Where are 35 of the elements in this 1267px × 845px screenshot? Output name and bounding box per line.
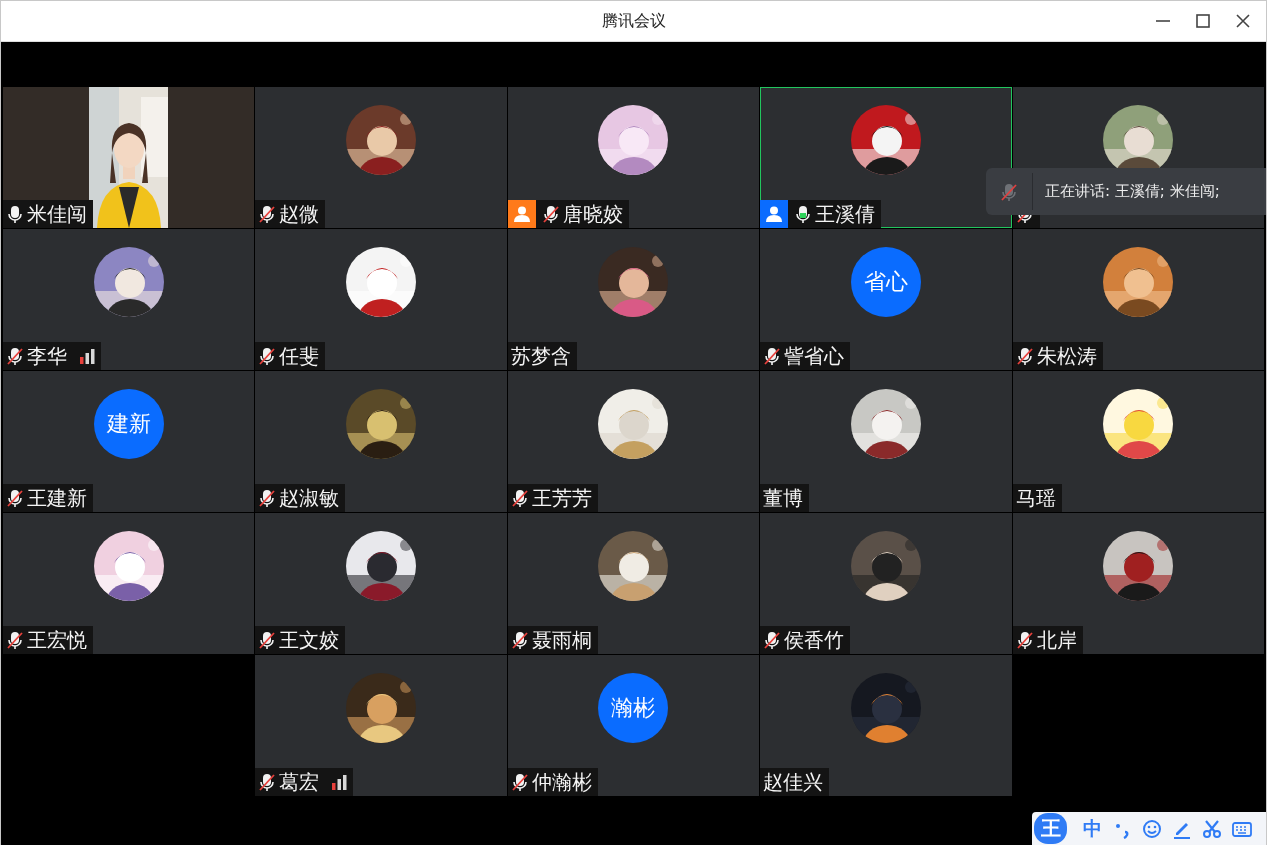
- participant-name: 訾省心: [784, 343, 845, 370]
- participant-name: 王建新: [27, 485, 87, 512]
- scissors-icon[interactable]: [1202, 818, 1222, 839]
- speaking-text: 正在讲话: 王溪倩; 米佳闯;: [1045, 182, 1220, 201]
- participant-name: 北岸: [1036, 627, 1077, 654]
- participant-name: 米佳闯: [27, 201, 87, 228]
- participant-name: 葛宏: [279, 769, 320, 796]
- window-title: 腾讯会议: [601, 10, 666, 32]
- participant-name: 王文姣: [279, 627, 340, 654]
- participant-name: 马瑶: [1015, 485, 1056, 512]
- ime-logo[interactable]: 王: [1034, 813, 1067, 844]
- participant-name: 任斐: [279, 343, 320, 370]
- participant-name: 赵微: [279, 201, 320, 228]
- maximize-icon: [1195, 13, 1211, 29]
- participant-name: 唐晓姣: [562, 201, 623, 228]
- participant-name: 仲瀚彬: [531, 769, 592, 796]
- participant-name: 董博: [763, 485, 804, 512]
- participant-name: 赵淑敏: [279, 485, 340, 512]
- participant-name: 赵佳兴: [763, 769, 824, 796]
- participant-name: 苏梦含: [510, 343, 571, 370]
- input-mode-toggle[interactable]: 中: [1083, 815, 1102, 842]
- participant-name: 聂雨桐: [531, 627, 592, 654]
- close-icon: [1235, 13, 1251, 29]
- participant-name: 王溪倩: [815, 201, 876, 228]
- participant-name: 朱松涛: [1036, 343, 1097, 370]
- participant-name: 李华: [27, 343, 67, 370]
- muted-mic-icon: [1000, 181, 1018, 202]
- initials-avatar: 瀚彬: [598, 673, 669, 743]
- minimize-icon: [1156, 20, 1170, 22]
- initials-avatar: 省心: [850, 247, 921, 317]
- initials-avatar: 建新: [93, 389, 164, 459]
- emoji-icon[interactable]: [1142, 818, 1162, 839]
- participant-name: 侯香竹: [784, 627, 845, 654]
- participant-name: 王宏悦: [27, 627, 87, 654]
- participant-name: 王芳芳: [531, 485, 592, 512]
